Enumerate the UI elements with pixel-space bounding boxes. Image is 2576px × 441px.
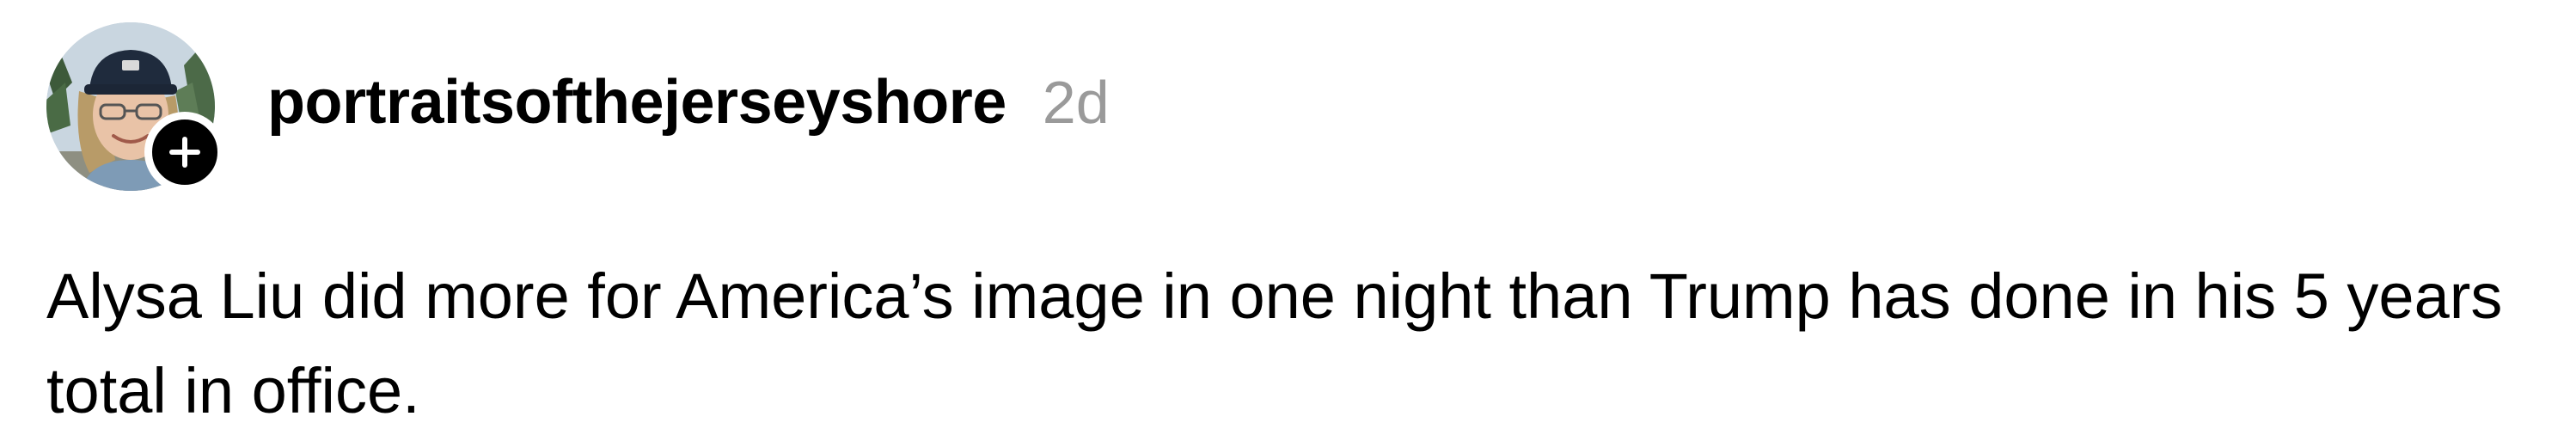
username-link[interactable]: portraitsofthejerseyshore [267,67,1007,138]
follow-button[interactable] [144,112,225,193]
post-timestamp[interactable]: 2d [1043,68,1110,137]
thread-post: portraitsofthejerseyshore 2d Alysa Liu d… [0,0,2576,441]
post-header: portraitsofthejerseyshore 2d [267,67,1110,153]
avatar-container[interactable] [46,22,225,193]
post-text: Alysa Liu did more for America’s image i… [46,260,2503,426]
plus-icon [169,137,200,168]
